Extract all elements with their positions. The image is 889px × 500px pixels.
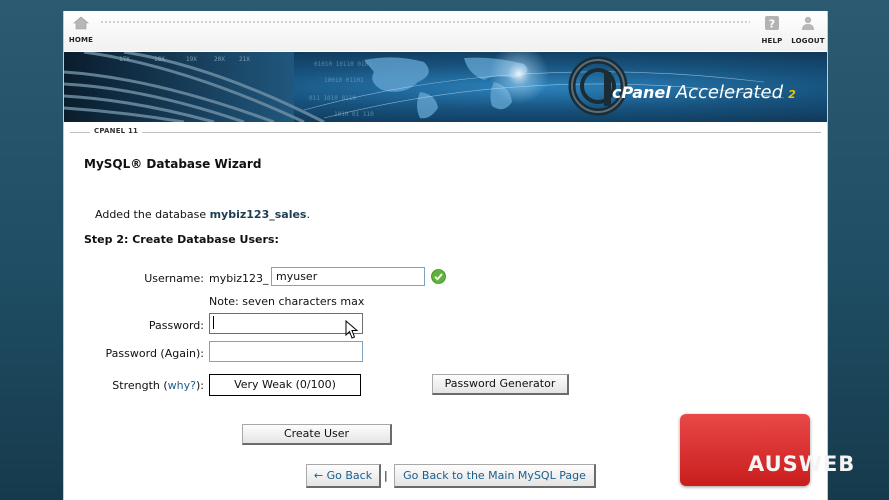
- cpanel-banner: 17X 18X 19X 20X 21X 01010 10110 0101 10010 …: [64, 52, 827, 122]
- breadcrumb-label: CPANEL 11: [90, 127, 143, 135]
- svg-text:20X: 20X: [214, 56, 225, 63]
- added-database-name: mybiz123_sales: [209, 208, 307, 221]
- top-nav-bar: HOME ? HELP LOGOUT: [64, 11, 827, 51]
- home-button[interactable]: HOME: [64, 15, 98, 44]
- svg-text:21X: 21X: [239, 56, 250, 63]
- help-button[interactable]: ? HELP: [755, 15, 789, 45]
- cpanel-wordmark: cPanel Accelerated 2: [612, 82, 796, 103]
- added-suffix: .: [306, 208, 310, 221]
- product-text: Accelerated: [675, 82, 784, 103]
- password-again-input[interactable]: [209, 341, 363, 362]
- breadcrumb: CPANEL 11: [64, 125, 827, 145]
- breadcrumb-line: [70, 132, 821, 133]
- password-label: Password:: [148, 319, 204, 332]
- username-label: Username:: [144, 272, 204, 285]
- added-prefix: Added the database: [95, 208, 207, 221]
- home-label: HOME: [68, 36, 94, 44]
- text-caret: [213, 316, 214, 329]
- page-title: MySQL® Database Wizard: [84, 157, 262, 171]
- user-icon: [802, 16, 814, 30]
- mouse-cursor-icon: [345, 320, 359, 339]
- dotted-divider: [100, 21, 750, 23]
- strength-prefix: Strength (: [112, 379, 168, 392]
- brand-text: cPanel: [612, 83, 671, 102]
- svg-text:10010 01101: 10010 01101: [324, 77, 364, 84]
- username-prefix: mybiz123_: [209, 272, 269, 285]
- svg-text:1010 01 110: 1010 01 110: [334, 111, 374, 118]
- valid-check-icon: [431, 269, 446, 284]
- version-text: 2: [788, 88, 796, 101]
- strength-label: Strength (why?):: [64, 379, 204, 392]
- strength-suffix: ):: [196, 379, 204, 392]
- strength-meter: Very Weak (0/100): [209, 374, 361, 396]
- step-title: Step 2: Create Database Users:: [84, 233, 279, 246]
- password-again-label: Password (Again):: [105, 347, 204, 360]
- main-mysql-page-button[interactable]: Go Back to the Main MySQL Page: [394, 464, 596, 488]
- go-back-button[interactable]: ← Go Back: [306, 464, 381, 488]
- svg-text:19X: 19X: [186, 56, 197, 63]
- footer-separator: |: [384, 469, 388, 482]
- password-generator-button[interactable]: Password Generator: [432, 374, 569, 395]
- svg-text:?: ?: [769, 18, 775, 31]
- username-note: Note: seven characters max: [209, 295, 365, 308]
- home-icon: [73, 16, 89, 30]
- create-user-button[interactable]: Create User: [242, 424, 392, 445]
- ausweb-watermark-text: AUSWEB: [748, 452, 856, 476]
- help-icon: ?: [765, 16, 779, 31]
- strength-why-link[interactable]: why?: [168, 379, 196, 392]
- username-input[interactable]: myuser: [271, 267, 425, 286]
- logout-button[interactable]: LOGOUT: [791, 15, 825, 45]
- password-input[interactable]: [209, 313, 363, 334]
- help-label: HELP: [761, 37, 783, 45]
- svg-text:17X: 17X: [119, 56, 130, 63]
- svg-text:18X: 18X: [154, 56, 165, 63]
- svg-text:01010 10110 0101: 01010 10110 0101: [314, 61, 372, 68]
- added-database-message: Added the database mybiz123_sales.: [95, 208, 310, 221]
- logout-label: LOGOUT: [791, 37, 825, 45]
